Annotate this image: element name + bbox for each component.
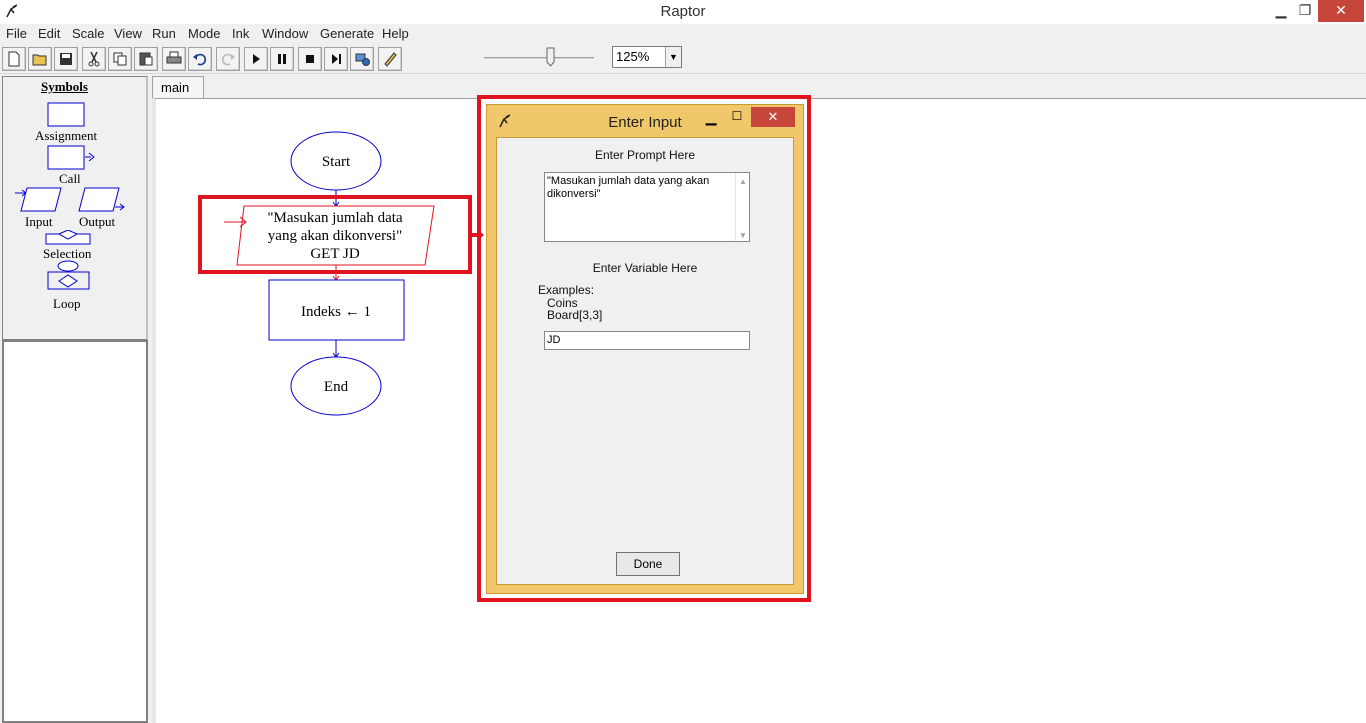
title-bar: Raptor ▁ ❐ ✕	[0, 0, 1366, 24]
new-icon[interactable]	[2, 47, 26, 71]
prompt-label: Enter Prompt Here	[594, 148, 696, 162]
paste-icon[interactable]	[134, 47, 158, 71]
cut-icon[interactable]	[82, 47, 106, 71]
print-icon[interactable]	[162, 47, 186, 71]
call-symbol-icon[interactable]	[47, 145, 97, 171]
restore-button[interactable]: ❐	[1292, 0, 1318, 22]
dialog-maximize-button[interactable]: ☐	[727, 109, 747, 123]
scroll-down-icon[interactable]: ▼	[739, 229, 747, 242]
prompt-value: "Masukan jumlah data yang akan dikonvers…	[547, 175, 710, 200]
ink-pen-icon[interactable]	[378, 47, 402, 71]
close-button[interactable]: ✕	[1318, 0, 1364, 22]
open-icon[interactable]	[28, 47, 52, 71]
redo-icon[interactable]	[216, 47, 240, 71]
undo-icon[interactable]	[188, 47, 212, 71]
dialog-close-button[interactable]: ✕	[751, 107, 795, 127]
examples-label: Examples:	[538, 283, 595, 297]
loop-label: Loop	[53, 296, 81, 311]
menu-mode[interactable]: Mode	[188, 26, 221, 41]
toolbar	[0, 44, 1366, 74]
menu-window[interactable]: Window	[262, 26, 308, 41]
assignment-label: Assignment	[35, 128, 98, 143]
variable-input[interactable]: JD	[544, 331, 750, 350]
zoom-value: 125%	[616, 49, 650, 64]
highlight-input-symbol	[198, 195, 472, 274]
call-label: Call	[59, 171, 81, 186]
loop-symbol-icon[interactable]	[45, 260, 93, 294]
minimize-button[interactable]: ▁	[1268, 0, 1294, 22]
menu-bar: File Edit Scale View Run Mode Ink Window…	[0, 24, 1366, 44]
menu-scale[interactable]: Scale	[72, 26, 105, 41]
dialog-minimize-button[interactable]: ▁	[701, 109, 721, 126]
variables-panel	[2, 340, 148, 723]
play-icon[interactable]	[244, 47, 268, 71]
stop-icon[interactable]	[298, 47, 322, 71]
tab-main[interactable]: main	[152, 76, 204, 98]
copy-icon[interactable]	[108, 47, 132, 71]
pause-icon[interactable]	[270, 47, 294, 71]
chevron-down-icon[interactable]: ▼	[665, 47, 681, 67]
output-label: Output	[79, 214, 116, 229]
prompt-textarea[interactable]: "Masukan jumlah data yang akan dikonvers…	[544, 172, 750, 242]
output-symbol-icon[interactable]	[77, 187, 127, 213]
menu-generate[interactable]: Generate	[320, 26, 374, 41]
highlight-connector-icon	[470, 230, 484, 240]
scroll-up-icon[interactable]: ▲	[739, 175, 747, 188]
menu-view[interactable]: View	[114, 26, 142, 41]
selection-symbol-icon[interactable]	[45, 230, 93, 246]
menu-run[interactable]: Run	[152, 26, 176, 41]
save-icon[interactable]	[54, 47, 78, 71]
prompt-scrollbar[interactable]: ▲ ▼	[735, 173, 749, 241]
menu-ink[interactable]: Ink	[232, 26, 249, 41]
symbols-title: Symbols	[41, 79, 88, 94]
variable-label: Enter Variable Here	[592, 261, 698, 275]
done-button[interactable]: Done	[616, 552, 680, 576]
menu-edit[interactable]: Edit	[38, 26, 60, 41]
enter-input-dialog: Enter Input ▁ ☐ ✕ Enter Prompt Here "Mas…	[486, 104, 804, 594]
symbols-panel: Symbols Assignment Call Input Output Sel…	[2, 76, 148, 340]
dialog-body: Enter Prompt Here "Masukan jumlah data y…	[496, 137, 794, 585]
assignment-symbol-icon[interactable]	[47, 102, 87, 128]
step-icon[interactable]	[324, 47, 348, 71]
input-label: Input	[25, 214, 53, 229]
window-title: Raptor	[660, 3, 706, 20]
input-symbol-icon[interactable]	[15, 187, 65, 213]
speed-slider[interactable]	[476, 45, 600, 71]
menu-file[interactable]: File	[6, 26, 27, 41]
test-server-icon[interactable]	[350, 47, 374, 71]
zoom-dropdown[interactable]: 125% ▼	[612, 46, 682, 68]
example-board: Board[3,3]	[547, 308, 603, 322]
menu-help[interactable]: Help	[382, 26, 409, 41]
